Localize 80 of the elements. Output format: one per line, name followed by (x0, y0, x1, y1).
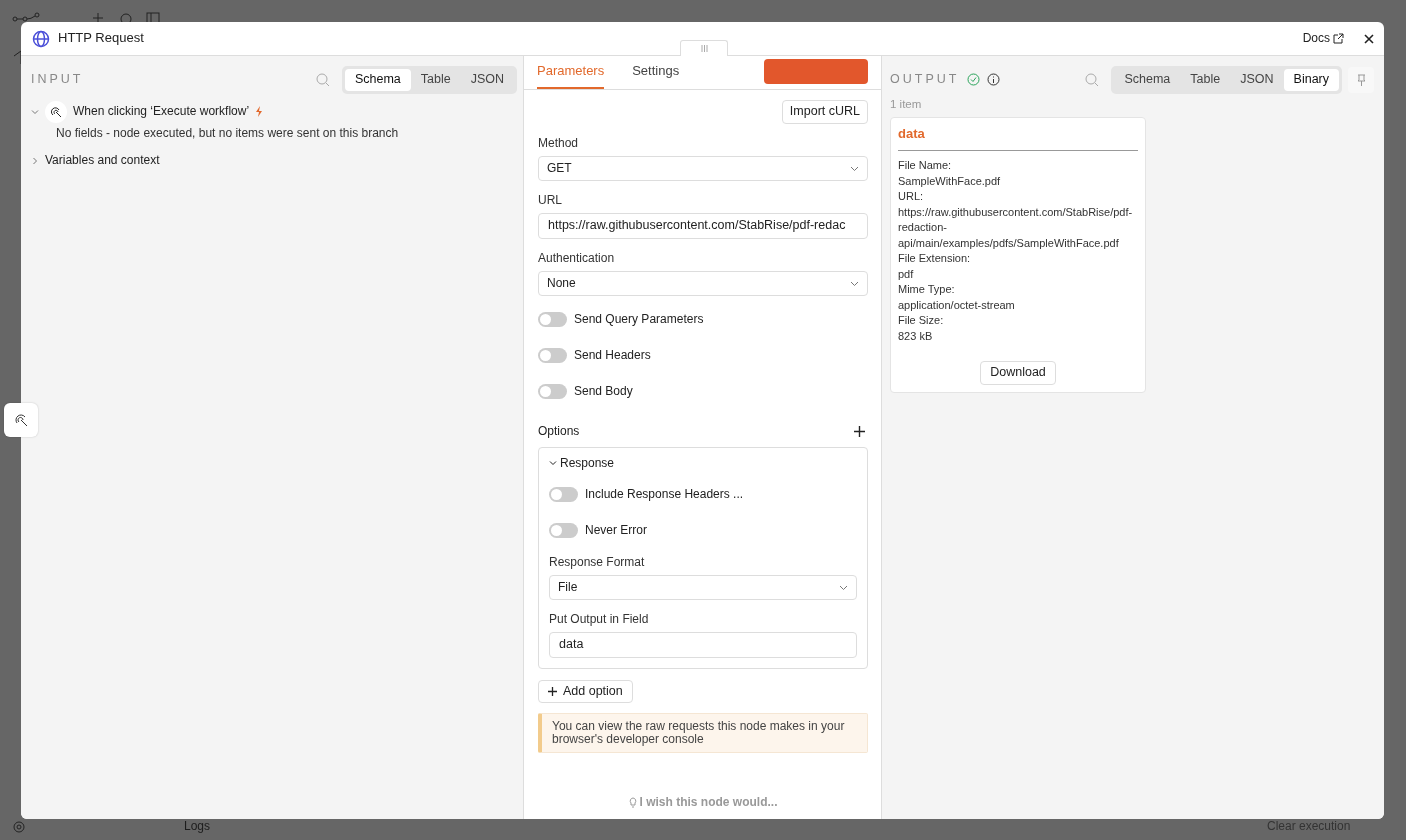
drag-handle[interactable] (680, 40, 728, 56)
field-label: Response Format (549, 554, 646, 570)
field-value: SampleWithFace.pdf (898, 173, 1002, 189)
cursor-icon (50, 105, 62, 118)
chevron-icon[interactable] (31, 107, 39, 116)
item-count: 1 item (890, 96, 923, 111)
grip-icon (700, 45, 708, 52)
field-label: URL: (898, 189, 925, 205)
field-label: Put Output in Field (549, 611, 650, 627)
options-label: Options (538, 423, 580, 439)
input-field[interactable]: data (549, 631, 857, 658)
input-field[interactable]: https://raw.githubusercontent.com/StabRise/pdf-redac (538, 212, 868, 239)
docs-link[interactable]: Docs (1302, 31, 1344, 46)
field-value: https://raw.githubusercontent.com/StabRise/pdf-redaction-api/main/examples/pdfs/SampleWithFace.pdf (898, 204, 1134, 251)
toggle-switch[interactable] (549, 487, 578, 503)
view-tab[interactable]: Schema (1114, 69, 1181, 91)
field-label: Authentication (538, 250, 616, 266)
field-value: pdf (898, 266, 915, 282)
field-value: application/octet-stream (898, 297, 1016, 313)
trigger-node-button[interactable] (4, 403, 38, 437)
view-tab[interactable]: Table (410, 69, 461, 91)
select-value: File (558, 579, 578, 595)
tab[interactable]: Settings (632, 56, 680, 89)
run-button[interactable] (764, 59, 868, 84)
field-label: Mime Type: (898, 282, 956, 298)
toggle-label: Include Response Headers ... (585, 487, 744, 503)
plus-icon[interactable] (854, 425, 865, 437)
select-field[interactable]: File (549, 574, 857, 600)
toggle-switch[interactable] (538, 348, 567, 364)
lightning-icon (255, 106, 264, 118)
modal-title: HTTP Request (58, 30, 144, 47)
toggle-label: Never Error (585, 523, 647, 539)
field-label: Method (538, 135, 580, 151)
field-value: 823 kB (898, 328, 934, 344)
add-option-button[interactable]: Add option (538, 679, 633, 704)
panel-icon[interactable] (146, 12, 160, 22)
field-label: File Extension: (898, 251, 972, 267)
chevron-icon[interactable] (31, 156, 39, 165)
plus-icon[interactable] (92, 12, 104, 24)
view-tab[interactable]: JSON (1230, 69, 1284, 91)
lightbulb-icon (628, 797, 637, 809)
view-tab[interactable]: JSON (460, 69, 514, 91)
pin-button[interactable] (1348, 66, 1374, 93)
cursor-icon (14, 413, 28, 427)
pin-icon (1356, 73, 1366, 86)
empty-message: No fields - node executed, but no items were sent on this branch (56, 125, 400, 141)
view-tab[interactable]: Table (1180, 69, 1231, 91)
field-label: File Size: (898, 313, 945, 329)
chevron-icon[interactable] (549, 459, 557, 468)
card-title: data (898, 126, 1138, 152)
field-label: URL (538, 192, 563, 208)
select-value: GET (547, 160, 572, 176)
toggle-label: Send Headers (574, 348, 651, 364)
view-tab[interactable]: Schema (344, 69, 411, 91)
notice: You can view the raw requests this node makes in your browser's developer console (538, 713, 868, 754)
select-field[interactable]: None (538, 270, 868, 296)
plus-icon (548, 686, 557, 696)
panel-title: OUTPUT (890, 72, 960, 88)
close-icon[interactable] (1364, 33, 1374, 44)
view-tab[interactable]: Binary (1283, 69, 1339, 91)
panel-title: INPUT (31, 72, 84, 88)
select-value: None (547, 275, 576, 291)
toggle-switch[interactable] (538, 312, 567, 328)
tree-item-label[interactable]: Variables and context (45, 153, 160, 169)
external-link-icon (1333, 33, 1344, 44)
download-button[interactable]: Download (980, 361, 1056, 385)
globe-icon (32, 29, 50, 48)
toggle-switch[interactable] (538, 384, 567, 400)
toggle-switch[interactable] (549, 523, 578, 539)
tree-item-label[interactable]: When clicking ‘Execute workflow’ (73, 104, 250, 120)
field-label: File Name: (898, 158, 953, 174)
logs-label: Logs (184, 819, 211, 834)
logo-icon (12, 12, 42, 24)
info-icon[interactable] (987, 73, 1001, 87)
toggle-label: Send Body (574, 384, 633, 400)
toggle-label: Send Query Parameters (574, 312, 704, 328)
option-group-title[interactable]: Response (560, 455, 615, 471)
import-button[interactable]: Import cURL (781, 100, 868, 124)
select-field[interactable]: GET (538, 155, 868, 181)
gear-icon[interactable] (12, 820, 26, 834)
